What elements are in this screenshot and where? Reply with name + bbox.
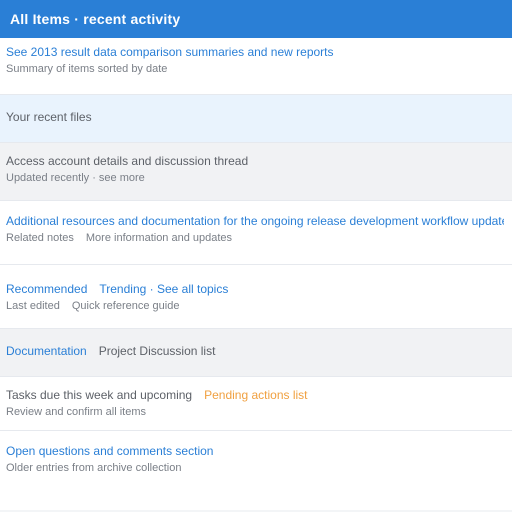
item-subtitle-b: More information and updates	[85, 232, 233, 244]
item-subtitle: Related notes More information and update…	[6, 231, 504, 246]
item-subtitle: Older entries from archive collection	[6, 462, 182, 474]
app-window: All Items · recent activity See 2013 res…	[0, 0, 512, 512]
item-title-b[interactable]: Project Discussion list	[99, 344, 216, 358]
item-title: Recommended Trending · See all topics	[6, 281, 504, 297]
item-title[interactable]: See 2013 result data comparison summarie…	[6, 44, 504, 60]
item-title[interactable]: Additional resources and documentation f…	[6, 213, 504, 229]
list-item[interactable]: Documentation Project Discussion list	[0, 329, 512, 377]
list-item[interactable]: Tasks due this week and upcoming Pending …	[0, 377, 512, 431]
list-item[interactable]: Open questions and comments section Olde…	[0, 431, 512, 510]
item-title-a[interactable]: Recommended	[6, 282, 87, 296]
list-item[interactable]: Additional resources and documentation f…	[0, 201, 512, 265]
list-item[interactable]: Access account details and discussion th…	[0, 143, 512, 201]
item-subtitle-b: Quick reference guide	[71, 300, 180, 312]
item-subtitle: Last edited Quick reference guide	[6, 299, 504, 314]
app-header: All Items · recent activity	[0, 0, 512, 38]
item-title-b[interactable]: Pending actions list	[204, 388, 307, 402]
list-item-selected[interactable]: Your recent files	[0, 95, 512, 143]
item-title-b[interactable]: Trending · See all topics	[99, 282, 228, 296]
item-title[interactable]: Your recent files	[6, 109, 504, 125]
item-subtitle-a: Related notes	[6, 232, 74, 244]
item-subtitle: Review and confirm all items	[6, 406, 146, 418]
item-title: Documentation Project Discussion list	[6, 343, 504, 359]
item-title[interactable]: Open questions and comments section	[6, 443, 504, 459]
list-item[interactable]: Recommended Trending · See all topics Las…	[0, 265, 512, 329]
header-title: All Items · recent activity	[10, 11, 181, 27]
item-title: Tasks due this week and upcoming Pending …	[6, 387, 504, 403]
item-subtitle-a: Last edited	[6, 300, 60, 312]
item-subtitle: Summary of items sorted by date	[6, 63, 168, 75]
item-title-a[interactable]: Tasks due this week and upcoming	[6, 388, 192, 402]
item-subtitle: Updated recently · see more	[6, 172, 145, 184]
item-title-a[interactable]: Documentation	[6, 344, 87, 358]
list-item[interactable]: See 2013 result data comparison summarie…	[0, 38, 512, 95]
item-title[interactable]: Access account details and discussion th…	[6, 153, 504, 169]
